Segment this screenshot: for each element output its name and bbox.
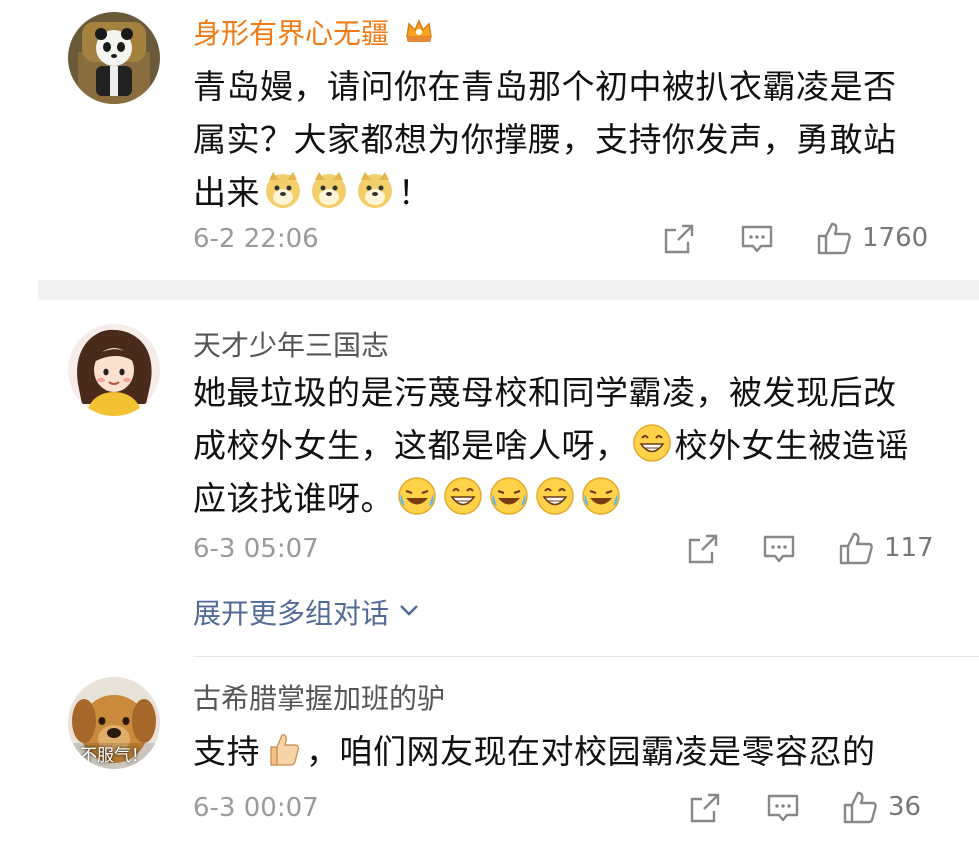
share-button[interactable] [662,222,696,256]
avatar-caption: 不服气！ [80,746,148,766]
expand-replies-link[interactable]: 展开更多组对话 [193,592,421,632]
reply-button[interactable] [766,791,800,825]
comment-time: 6-3 00:07 [193,793,319,823]
comment-text: 青岛嫚，请问你在青岛那个初中被扒衣霸凌是否属实？大家都想为你撑腰，支持你发声，勇… [193,67,897,212]
like-button[interactable]: 36 [842,789,921,825]
crown-icon [404,15,434,56]
avatar[interactable] [68,12,160,104]
laugh-cry-emoji [397,476,437,516]
reply-icon [766,791,800,825]
avatar[interactable] [68,324,160,416]
share-button[interactable] [688,791,722,825]
username-text[interactable]: 身形有界心无疆 [193,17,389,50]
share-button[interactable] [686,532,720,566]
share-icon [686,532,720,566]
reply-icon [740,222,774,256]
comment-text: 她最垃圾的是污蔑母校和同学霸凌，被发现后改成校外女生，这都是啥人呀， 校外女生被造… [193,373,909,518]
doge-emoji [355,170,395,210]
share-icon [662,222,696,256]
doge-emoji [309,170,349,210]
comment-1: 身形有界心无疆 青岛嫚，请问你在青岛那个初中被扒衣霸凌是否属实？大家都想为你撑腰… [0,0,979,280]
username[interactable]: 天才少年三国志 [193,326,389,366]
reply-button[interactable] [762,532,796,566]
thumbs-up-emoji [263,729,303,769]
username[interactable]: 身形有界心无疆 [193,14,434,56]
comment-time: 6-2 22:06 [193,224,319,254]
like-button[interactable]: 117 [838,530,934,566]
avatar[interactable]: 不服气！ [68,677,160,769]
reply-icon [762,532,796,566]
grin-emoji [443,476,483,516]
comment-3: 不服气！ 古希腊掌握加班的驴 支持 ，咱们网友现在对校园霸凌是零容忍的 6-3 0… [0,657,979,853]
thumbs-up-icon [816,220,852,256]
thumbs-up-icon [842,789,878,825]
username-text[interactable]: 古希腊掌握加班的驴 [193,682,445,715]
grin-emoji [632,423,672,463]
thumbs-up-icon [838,530,874,566]
laugh-cry-emoji [581,476,621,516]
share-icon [688,791,722,825]
like-button[interactable]: 1760 [816,220,928,256]
like-count: 1760 [862,223,929,253]
laugh-cry-emoji [489,476,529,516]
username[interactable]: 古希腊掌握加班的驴 [193,679,445,719]
grin-emoji [535,476,575,516]
doge-emoji [263,170,303,210]
comment-text: 支持 ，咱们网友现在对校园霸凌是零容忍的 [193,725,923,778]
comment-2: 天才少年三国志 她最垃圾的是污蔑母校和同学霸凌，被发现后改成校外女生，这都是啥人… [0,300,979,655]
chevron-down-icon [389,596,421,629]
username-text[interactable]: 天才少年三国志 [193,329,389,362]
like-count: 117 [884,533,934,563]
comment-time: 6-3 05:07 [193,534,319,564]
reply-button[interactable] [740,222,774,256]
like-count: 36 [888,792,922,822]
section-divider [38,280,979,300]
